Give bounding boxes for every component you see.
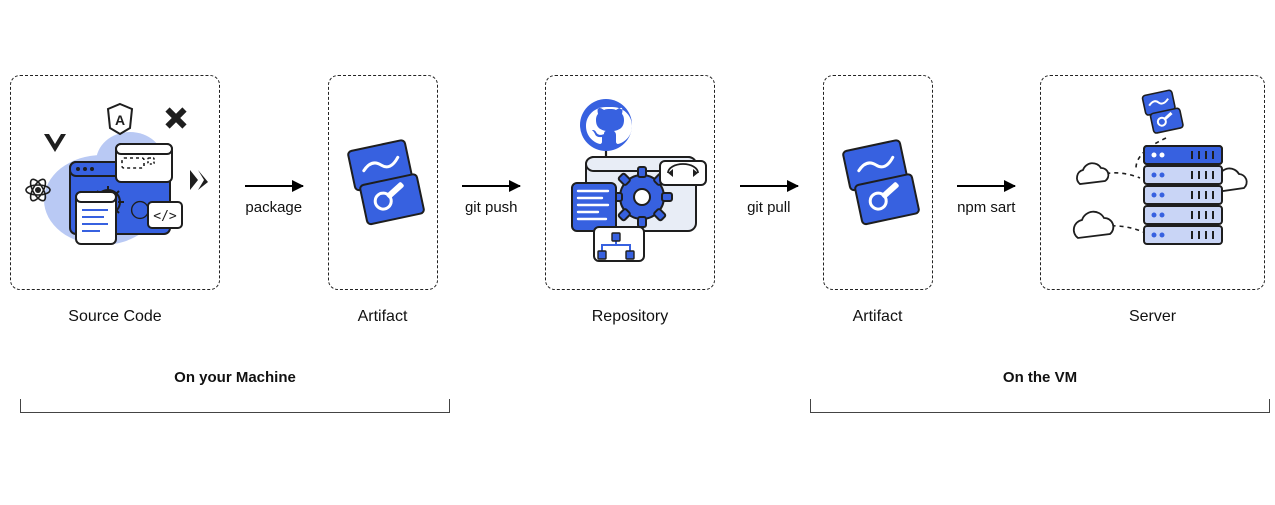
arrow-git-push: git push	[438, 70, 546, 330]
node-artifact-2: Artifact	[823, 75, 933, 326]
server-box	[1040, 75, 1265, 290]
arrow-icon	[245, 185, 303, 187]
group-local-label: On your Machine	[20, 369, 450, 386]
repository-icon	[550, 87, 710, 277]
arrow-label-pull: git pull	[747, 199, 790, 216]
source-code-box: </>	[10, 75, 220, 290]
svg-text:</>: </>	[153, 209, 177, 224]
arrow-label-push: git push	[465, 199, 518, 216]
caption-source: Source Code	[68, 308, 161, 326]
node-repository: Repository	[545, 75, 715, 326]
caption-repository: Repository	[592, 308, 668, 326]
arrow-package: package	[220, 70, 328, 330]
source-code-icon: </>	[20, 92, 210, 272]
node-server: Server	[1040, 75, 1265, 326]
arrow-label-start: npm sart	[957, 199, 1015, 216]
caption-artifact-1: Artifact	[358, 308, 408, 326]
arrow-icon	[957, 185, 1015, 187]
node-source-code: </>	[10, 75, 220, 326]
caption-server: Server	[1129, 308, 1176, 326]
group-vm-label: On the VM	[810, 369, 1270, 386]
artifact-icon	[832, 127, 924, 237]
arrow-icon	[740, 185, 798, 187]
group-local-machine: On your Machine	[20, 375, 450, 413]
repository-box	[545, 75, 715, 290]
arrow-icon	[462, 185, 520, 187]
artifact-2-box	[823, 75, 933, 290]
node-artifact-1: Artifact	[328, 75, 438, 326]
artifact-1-box	[328, 75, 438, 290]
arrow-npm-start: npm sart	[933, 70, 1041, 330]
caption-artifact-2: Artifact	[853, 308, 903, 326]
arrow-git-pull: git pull	[715, 70, 823, 330]
artifact-icon	[337, 127, 429, 237]
svg-text:A: A	[115, 112, 125, 128]
group-vm: On the VM	[810, 375, 1270, 413]
arrow-label-package: package	[245, 199, 302, 216]
server-icon	[1048, 82, 1258, 282]
